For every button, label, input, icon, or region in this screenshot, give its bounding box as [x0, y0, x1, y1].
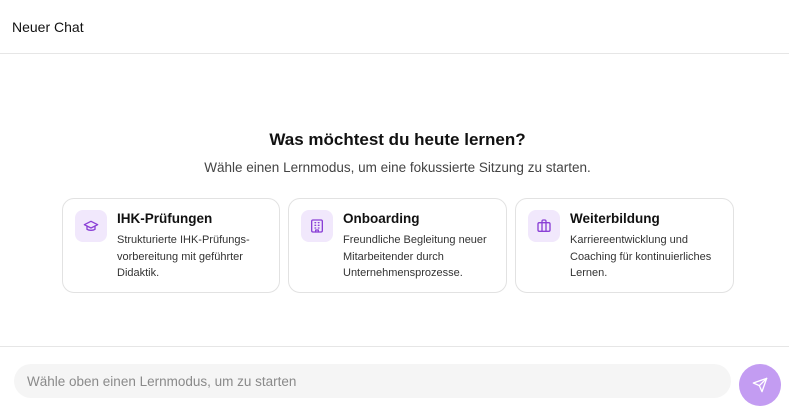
chat-header: Neuer Chat [0, 0, 789, 54]
mode-card-title: Weiterbildung [570, 211, 660, 226]
mode-card-title: IHK-Prüfungen [117, 211, 213, 226]
building-icon [301, 210, 333, 242]
chat-title: Neuer Chat [12, 18, 84, 35]
hero-subtitle: Wähle einen Lernmodus, um eine fokussier… [204, 160, 591, 175]
briefcase-icon [528, 210, 560, 242]
mode-card-description: Strukturierte IHK-Prüfungs-vorbereitung … [117, 234, 250, 279]
mode-card-title: Onboarding [343, 211, 420, 226]
hero-title: Was möchtest du heute lernen? [269, 130, 526, 149]
send-button[interactable] [739, 364, 781, 406]
mode-card-description: Freundliche Begleitung neuer Mitarbeiten… [343, 234, 487, 279]
chat-composer [0, 346, 789, 412]
mode-card-description: Karriereentwicklung und Coaching für kon… [570, 234, 712, 279]
send-icon [752, 377, 768, 393]
chat-empty-state: Was möchtest du heute lernen? Wähle eine… [0, 54, 789, 346]
chat-input[interactable] [14, 364, 731, 398]
mode-card-onboarding[interactable]: Onboarding Freundliche Begleitung neuer … [288, 198, 507, 293]
mode-card-weiterbildung[interactable]: Weiterbildung Karriereentwicklung und Co… [515, 198, 734, 293]
graduation-cap-icon [75, 210, 107, 242]
mode-card-ihk[interactable]: IHK-Prüfungen Strukturierte IHK-Prüfungs… [62, 198, 280, 293]
